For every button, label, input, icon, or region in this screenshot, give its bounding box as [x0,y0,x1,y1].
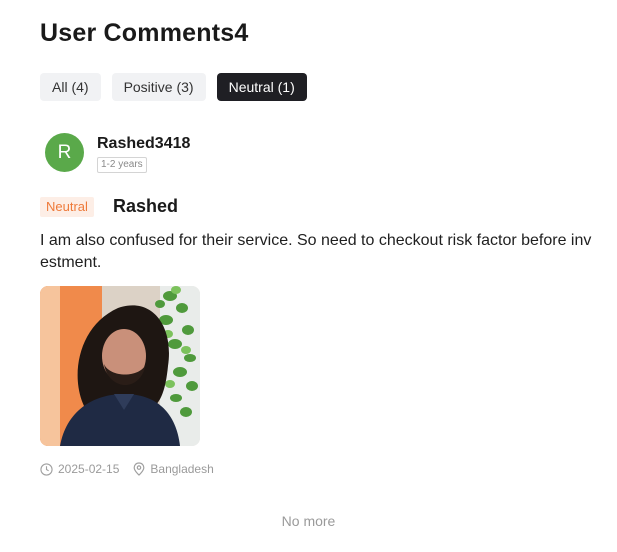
tab-neutral[interactable]: Neutral (1) [216,73,307,101]
sentiment-tag: Neutral [40,197,94,217]
comment-body: I am also confused for their service. So… [40,232,592,271]
comment-location: Bangladesh [150,462,214,476]
location-pin-icon [133,462,145,476]
user-photo-image [40,286,200,446]
tab-all[interactable]: All (4) [40,73,101,101]
comment-photo[interactable] [40,286,200,446]
username: Rashed3418 [97,135,191,152]
clock-icon [40,462,53,476]
comment-title: Rashed [113,196,179,216]
filter-tabs: All (4) Positive (3) Neutral (1) [40,73,307,101]
tab-positive[interactable]: Positive (3) [111,73,206,101]
experience-badge: 1-2 years [97,157,147,173]
no-more-indicator: No more [281,513,336,529]
comment-date: 2025-02-15 [58,462,120,476]
page-title: User Comments4 [40,19,249,47]
avatar: R [45,133,84,172]
comment-meta: 2025-02-15 Bangladesh [40,462,214,476]
